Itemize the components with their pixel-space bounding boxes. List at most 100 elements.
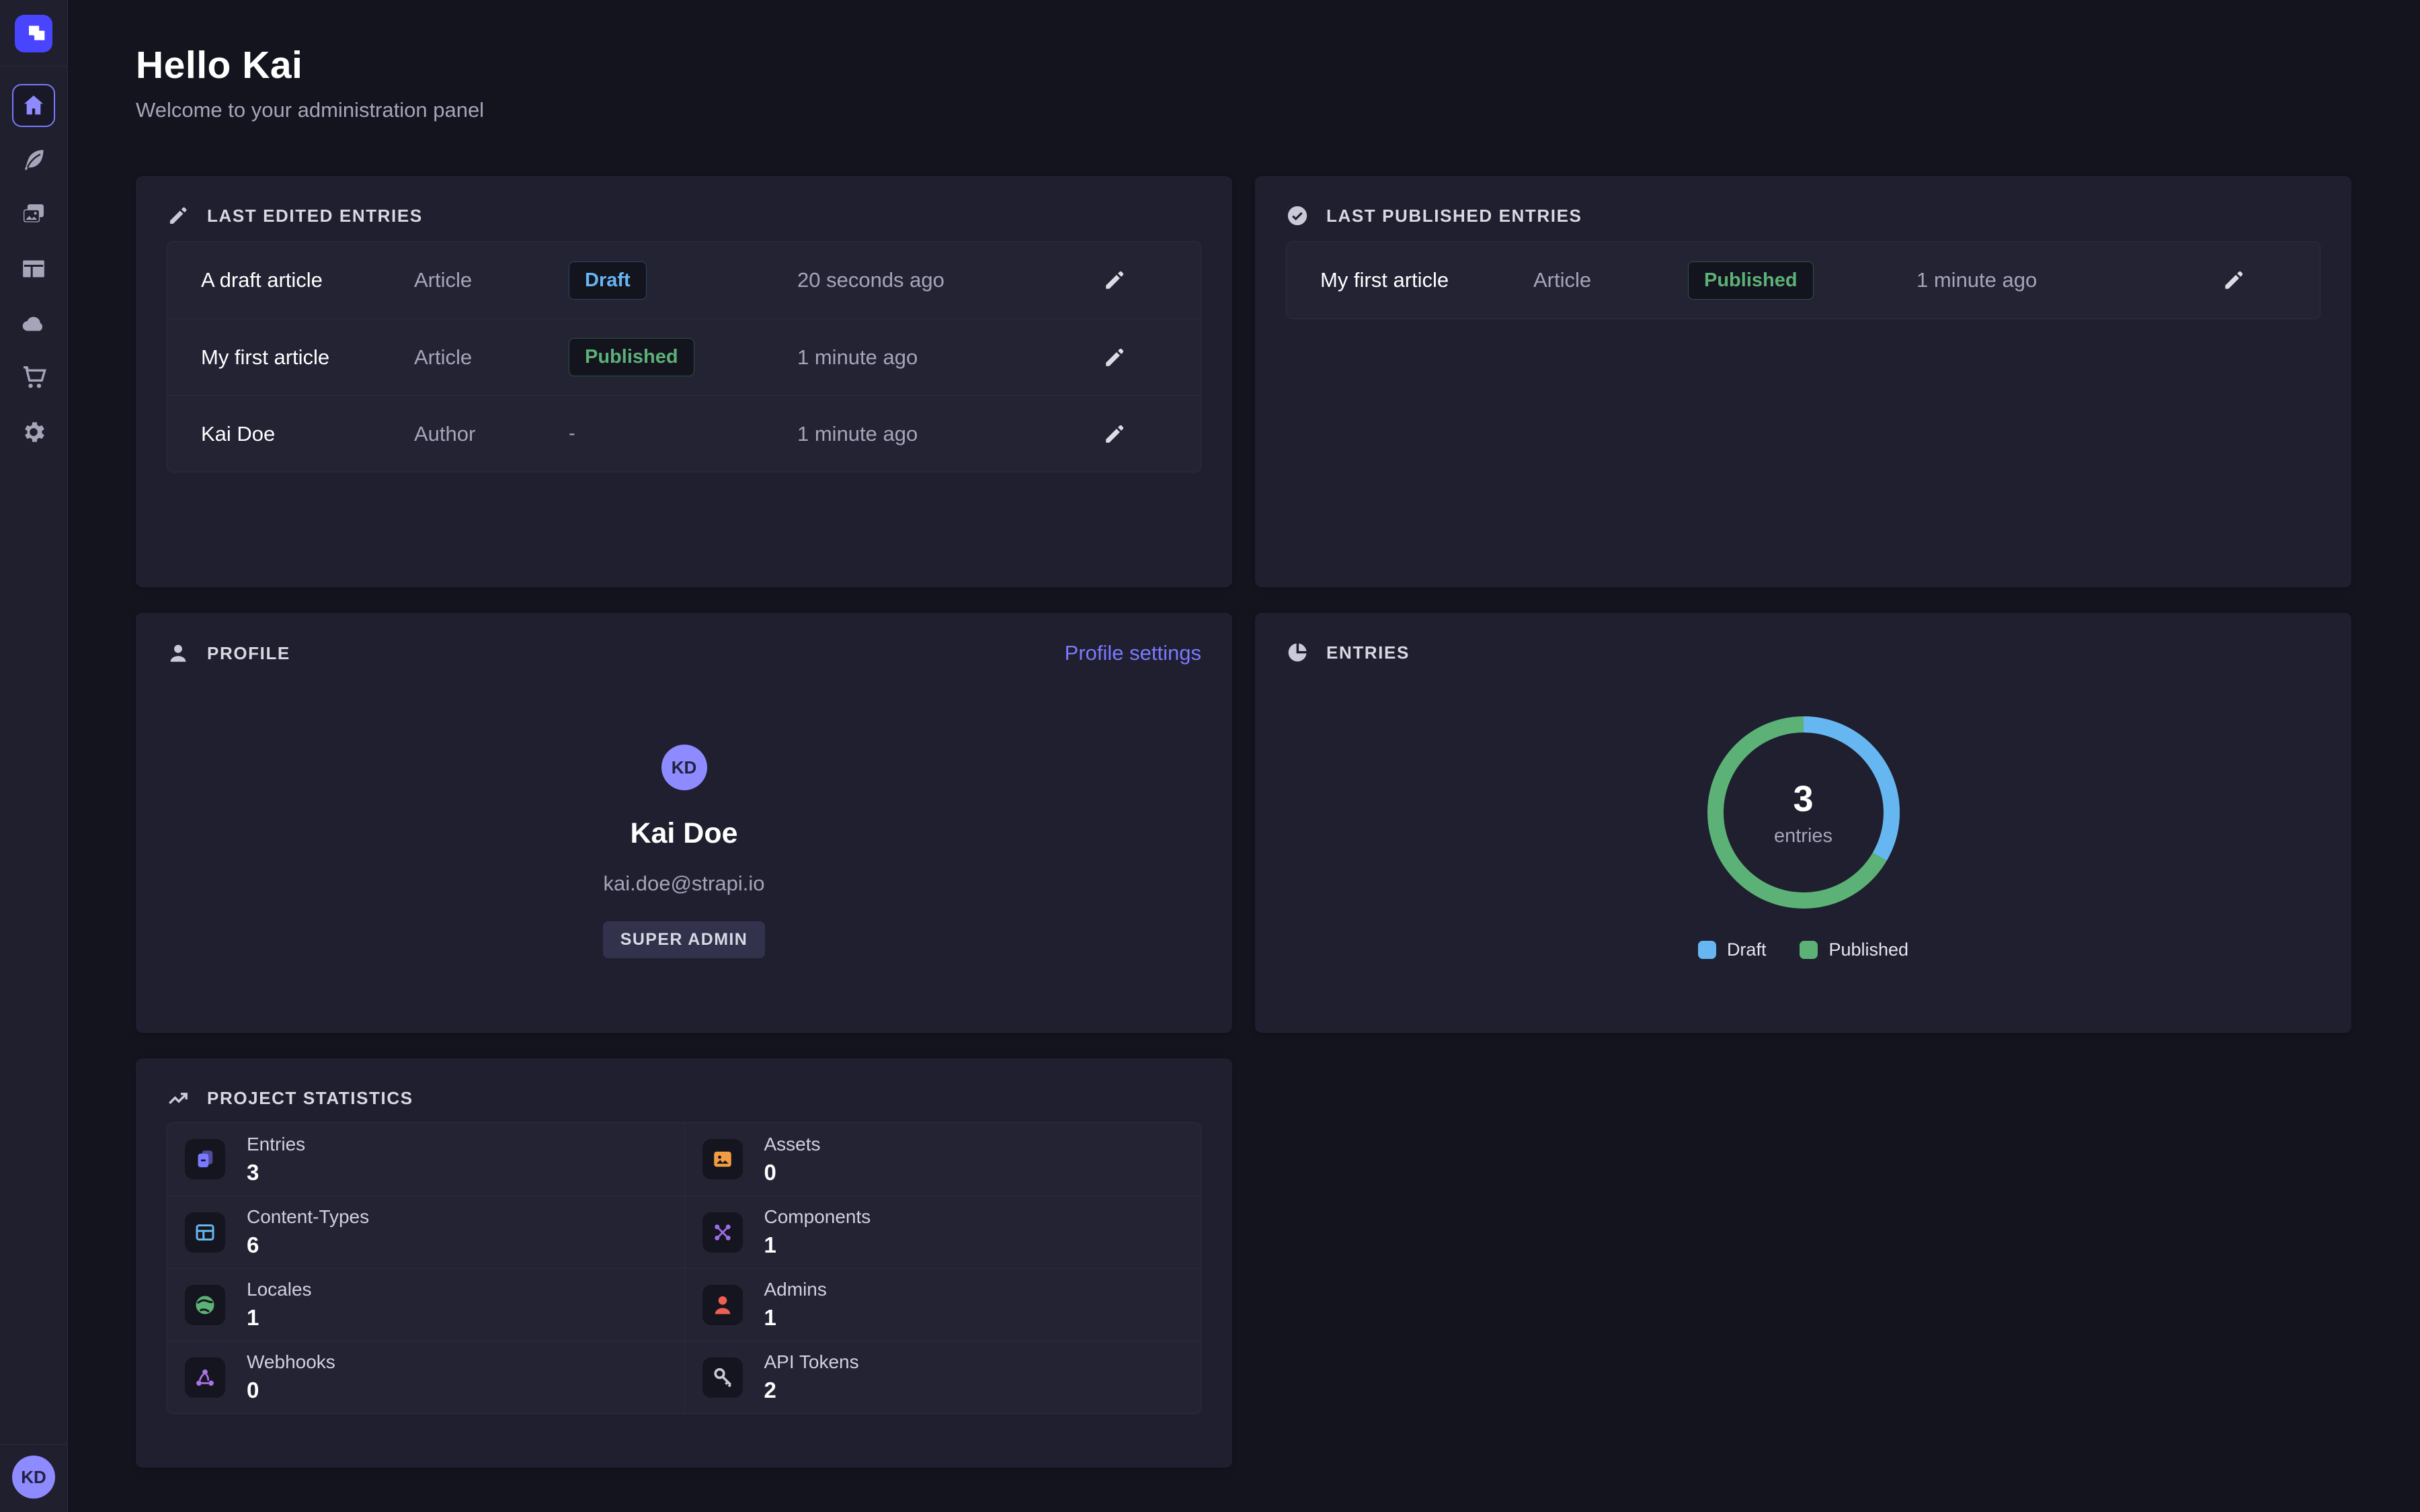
- status-badge: -: [569, 423, 575, 445]
- edit-entry-button[interactable]: [2215, 261, 2253, 299]
- donut-center-label: 3 entries: [1706, 715, 1901, 910]
- stat-value: 1: [247, 1305, 312, 1331]
- card-title: PROFILE: [207, 643, 290, 664]
- stat-label: Assets: [764, 1134, 821, 1155]
- draft-swatch: [1698, 941, 1716, 959]
- entry-type: Author: [414, 422, 569, 446]
- stat-value: 1: [764, 1232, 871, 1258]
- last-published-entries-card: LAST PUBLISHED ENTRIES My first article …: [1255, 176, 2351, 587]
- key-icon: [702, 1357, 743, 1398]
- sidebar-item-media-library[interactable]: [12, 193, 55, 236]
- assets-icon: [702, 1139, 743, 1179]
- project-statistics-card: PROJECT STATISTICS Entries 3: [136, 1058, 1232, 1468]
- entries-chart-card: ENTRIES 3 entries Draft P: [1255, 613, 2351, 1033]
- sidebar-item-marketplace[interactable]: [12, 356, 55, 399]
- stat-value: 2: [764, 1378, 859, 1403]
- pie-chart-icon: [1286, 641, 1309, 664]
- profile-card: PROFILE Profile settings KD Kai Doe kai.…: [136, 613, 1232, 1033]
- stat-locales: Locales 1: [167, 1268, 684, 1341]
- entry-type: Article: [414, 345, 569, 370]
- table-row[interactable]: Kai Doe Author - 1 minute ago: [167, 395, 1201, 472]
- card-header: PROJECT STATISTICS: [167, 1087, 1201, 1109]
- strapi-logo[interactable]: [15, 15, 52, 52]
- legend-item-draft: Draft: [1698, 939, 1767, 960]
- locales-icon: [185, 1285, 225, 1325]
- entry-time: 1 minute ago: [1917, 268, 2215, 292]
- person-icon: [167, 642, 190, 665]
- legend-item-published: Published: [1800, 939, 1908, 960]
- role-badge: SUPER ADMIN: [603, 921, 766, 958]
- entry-time: 20 seconds ago: [797, 268, 1096, 292]
- stat-entries: Entries 3: [167, 1123, 684, 1195]
- stats-table: Entries 3 Assets 0: [167, 1122, 1201, 1414]
- home-icon: [20, 92, 47, 119]
- stat-admins: Admins 1: [684, 1268, 1201, 1341]
- last-edited-entries-card: LAST EDITED ENTRIES A draft article Arti…: [136, 176, 1232, 587]
- entries-caption: entries: [1774, 825, 1832, 847]
- stat-value: 3: [247, 1160, 305, 1185]
- stat-assets: Assets 0: [684, 1123, 1201, 1195]
- stat-content-types: Content-Types 6: [167, 1195, 684, 1268]
- card-title: LAST EDITED ENTRIES: [207, 206, 423, 226]
- edit-entry-button[interactable]: [1096, 261, 1133, 299]
- sidebar-item-settings[interactable]: [12, 411, 55, 454]
- entry-name: My first article: [201, 345, 414, 370]
- entry-name: A draft article: [201, 268, 414, 292]
- profile-name: Kai Doe: [630, 817, 737, 850]
- stat-api-tokens: API Tokens 2: [684, 1341, 1201, 1413]
- pencil-icon: [1102, 422, 1127, 446]
- empty-grid-cell: [1255, 1058, 2351, 1468]
- images-icon: [20, 201, 47, 228]
- entries-total: 3: [1793, 778, 1813, 820]
- stat-label: Webhooks: [247, 1351, 335, 1373]
- legend-label: Draft: [1727, 939, 1767, 960]
- check-circle-icon: [1286, 204, 1309, 227]
- sidebar-item-content-manager[interactable]: [12, 138, 55, 181]
- stat-label: Entries: [247, 1134, 305, 1155]
- entry-type: Article: [414, 268, 569, 292]
- profile-email: kai.doe@strapi.io: [604, 872, 765, 896]
- components-icon: [702, 1212, 743, 1253]
- admins-icon: [702, 1285, 743, 1325]
- stat-label: Components: [764, 1206, 871, 1228]
- entry-type: Article: [1533, 268, 1688, 292]
- strapi-logo-icon: [15, 15, 52, 52]
- pencil-icon: [1102, 268, 1127, 292]
- stat-components: Components 1: [684, 1195, 1201, 1268]
- sidebar-item-home[interactable]: [12, 84, 55, 127]
- entry-time: 1 minute ago: [797, 345, 1096, 370]
- sidebar-item-content-type-builder[interactable]: [12, 247, 55, 290]
- legend-label: Published: [1828, 939, 1908, 960]
- trend-up-icon: [167, 1087, 190, 1109]
- table-row[interactable]: My first article Article Published 1 min…: [167, 319, 1201, 395]
- pencil-icon: [1102, 345, 1127, 370]
- entries-icon: [185, 1139, 225, 1179]
- stat-value: 6: [247, 1232, 369, 1258]
- card-title: ENTRIES: [1326, 642, 1410, 663]
- table-row[interactable]: A draft article Article Draft 20 seconds…: [167, 242, 1201, 319]
- logo-section: [0, 0, 67, 67]
- card-header: ENTRIES: [1286, 641, 2321, 664]
- sidebar-item-deploy[interactable]: [12, 302, 55, 345]
- stat-label: Locales: [247, 1279, 312, 1300]
- sidebar: KD: [0, 0, 68, 1512]
- stat-label: Content-Types: [247, 1206, 369, 1228]
- card-title: LAST PUBLISHED ENTRIES: [1326, 206, 1582, 226]
- edit-entry-button[interactable]: [1096, 339, 1133, 376]
- sidebar-nav: [12, 84, 55, 454]
- table-row[interactable]: My first article Article Published 1 min…: [1287, 242, 2320, 319]
- status-badge: Draft: [569, 261, 647, 300]
- stat-value: 0: [764, 1160, 821, 1185]
- status-badge: Published: [1688, 261, 1814, 300]
- card-header: LAST EDITED ENTRIES: [167, 204, 1201, 227]
- edit-entry-button[interactable]: [1096, 415, 1133, 453]
- profile-settings-link[interactable]: Profile settings: [1065, 641, 1201, 665]
- profile-body: KD Kai Doe kai.doe@strapi.io SUPER ADMIN: [167, 665, 1201, 958]
- entries-donut-chart: 3 entries: [1706, 715, 1901, 910]
- main-content: Hello Kai Welcome to your administration…: [68, 0, 2420, 1468]
- status-badge: Published: [569, 338, 694, 376]
- cloud-icon: [20, 310, 47, 337]
- gear-icon: [20, 419, 47, 446]
- user-avatar[interactable]: KD: [12, 1456, 55, 1499]
- layout-icon: [20, 255, 47, 282]
